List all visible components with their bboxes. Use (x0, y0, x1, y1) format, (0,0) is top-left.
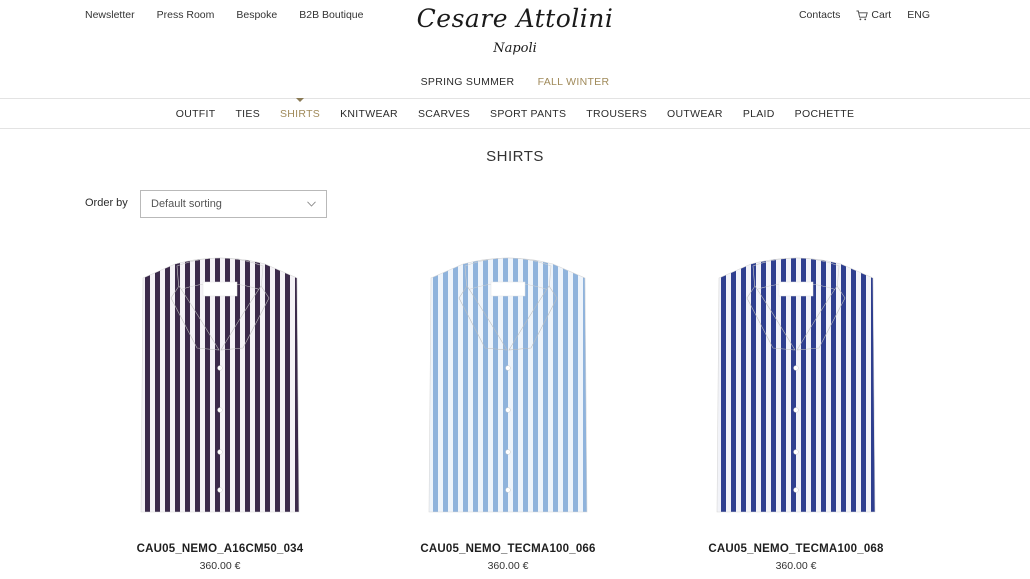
tab-shirts[interactable]: SHIRTS (280, 97, 320, 120)
product-code[interactable]: CAU05_NEMO_TECMA100_066 (378, 543, 638, 555)
category-nav: OUTFIT TIES SHIRTS KNITWEAR SCARVES SPOR… (0, 97, 1030, 129)
product-image[interactable] (711, 250, 881, 518)
tab-scarves[interactable]: SCARVES (418, 108, 470, 120)
product-card[interactable]: CAU05_NEMO_A16CM50_034 360.00 € (90, 250, 350, 572)
product-price: 360.00 € (775, 560, 817, 572)
sort-selected-value: Default sorting (151, 198, 222, 210)
tab-knitwear[interactable]: KNITWEAR (340, 108, 398, 120)
tab-outfit[interactable]: OUTFIT (176, 108, 216, 120)
tab-outwear[interactable]: OUTWEAR (667, 108, 723, 120)
product-image[interactable] (423, 250, 593, 518)
tab-sport-pants[interactable]: SPORT PANTS (490, 108, 566, 120)
tab-pochette[interactable]: POCHETTE (795, 108, 855, 120)
product-card[interactable]: CAU05_NEMO_TECMA100_066 360.00 € (378, 250, 638, 572)
season-switch: SPRING SUMMER FALL WINTER (0, 76, 1030, 88)
season-spring-summer[interactable]: SPRING SUMMER (421, 76, 515, 88)
sort-select[interactable]: Default sorting (140, 190, 327, 218)
product-image[interactable] (135, 250, 305, 518)
product-card[interactable]: CAU05_NEMO_TECMA100_068 360.00 € (666, 250, 926, 572)
logo-city-text: Napoli (493, 41, 537, 56)
season-fall-winter[interactable]: FALL WINTER (538, 76, 610, 88)
product-price: 360.00 € (199, 560, 241, 572)
page-title: SHIRTS (486, 148, 544, 165)
product-code[interactable]: CAU05_NEMO_TECMA100_068 (666, 543, 926, 555)
product-code[interactable]: CAU05_NEMO_A16CM50_034 (90, 543, 350, 555)
chevron-down-icon (307, 201, 316, 207)
logo-brand-text: Cesare Attolini (416, 4, 614, 33)
tab-trousers[interactable]: TROUSERS (586, 108, 647, 120)
brand-logo[interactable]: Cesare Attolini Napoli (0, 4, 1030, 58)
order-by-label: Order by (85, 197, 128, 209)
tab-plaid[interactable]: PLAID (743, 108, 775, 120)
product-price: 360.00 € (487, 560, 529, 572)
tab-ties[interactable]: TIES (235, 108, 260, 120)
